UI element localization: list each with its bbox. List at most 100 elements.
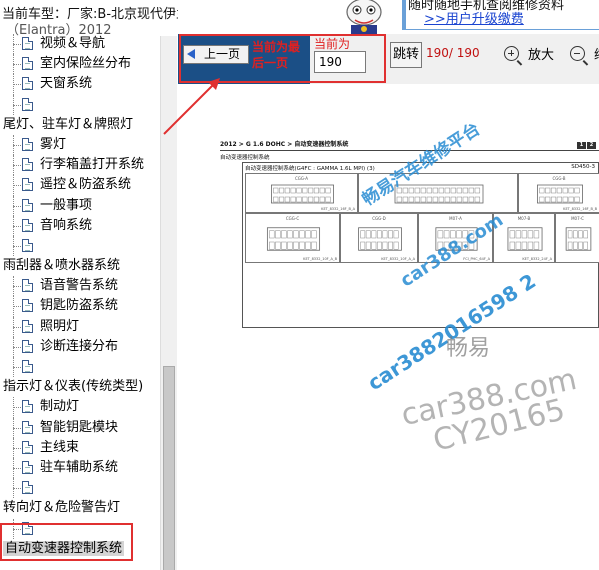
tree-item[interactable]: 遥控＆防盗系统 [0, 175, 160, 196]
tree-scrollbar[interactable] [160, 36, 177, 570]
document-icon [22, 460, 33, 474]
tree-branch [13, 326, 21, 328]
document-breadcrumb: 2012 > G 1.6 DOHC > 自动变速器控制系统 [220, 141, 349, 148]
scrollbar-thumb[interactable] [163, 366, 175, 570]
tree-item[interactable]: 天窗系统 [0, 74, 160, 95]
document-icon [22, 97, 33, 111]
connector-part-code: KET_8332_10F_A_B [303, 257, 337, 261]
tree-branch [13, 205, 21, 207]
tree-item[interactable]: 音响系统 [0, 215, 160, 236]
connector-part-code: KET_8332_16F_B_A [321, 207, 355, 211]
vehicle-label: 当前车型： [2, 7, 68, 22]
connector-cell: CGG-B KET_8332_16F_B_B [518, 173, 599, 213]
tree-item[interactable]: 视频＆导航 [0, 34, 160, 55]
mascot-icon [346, 0, 382, 34]
tree-branch [13, 225, 21, 227]
tree-item[interactable]: 行李箱盖打开系统 [0, 155, 160, 176]
document-icon [22, 198, 33, 212]
connector-tag: CGG-B [552, 176, 566, 181]
tree-item-label: 照明灯 [40, 318, 80, 334]
tree-branch [13, 104, 21, 106]
connector-cell: CGG-D KET_8332_10F_A_A [340, 213, 418, 263]
tree-item[interactable] [0, 518, 160, 539]
jump-button[interactable]: 跳转 [390, 42, 422, 68]
document-page: 2012 > G 1.6 DOHC > 自动变速器控制系统 12 自动变速器控制… [212, 140, 599, 370]
document-icon [22, 339, 33, 353]
tree-item[interactable]: 语音警告系统 [0, 276, 160, 297]
tree-item[interactable]: 驻车辅助系统 [0, 457, 160, 479]
tree-panel: 当前车型：厂家:B-北京现代伊兰特悦动 （Elantra）2012 视频＆导航室… [0, 0, 178, 570]
tree-item[interactable]: 制动灯 [0, 397, 160, 418]
connector-tag: CGG-D [372, 216, 386, 221]
page-tag: 1 [577, 142, 586, 149]
vehicle-value: 厂家:B-北京现代伊兰特悦动 [67, 7, 178, 22]
tree-branch [13, 346, 21, 348]
tree-branch [13, 367, 21, 368]
connector-drawing-icon [394, 184, 484, 204]
tree-item[interactable]: 照明灯 [0, 316, 160, 337]
connector-cell [358, 173, 518, 213]
connector-drawing-icon [565, 227, 592, 251]
document-icon [22, 440, 33, 454]
document-viewer[interactable]: 2012 > G 1.6 DOHC > 自动变速器控制系统 12 自动变速器控制… [163, 78, 599, 570]
connector-cell: M07-C [555, 213, 599, 263]
prev-page-button[interactable]: 上一页 [183, 45, 249, 64]
tree-branch [13, 144, 21, 146]
connector-part-code: KET_8332_10F_A_A [381, 257, 415, 261]
tree-item[interactable]: 自动变速器控制系统 [0, 539, 160, 559]
tree-item[interactable] [0, 94, 160, 115]
zoom-out-label: 缩 [594, 48, 599, 63]
vehicle-header: 当前车型：厂家:B-北京现代伊兰特悦动 （Elantra）2012 [0, 0, 178, 38]
page-number-input[interactable] [314, 51, 366, 73]
tree-item-label: 转向灯＆危险警告灯 [3, 500, 121, 516]
tree-item-label: 雨刮器＆喷水器系统 [3, 258, 121, 274]
tree-item[interactable]: 指示灯＆仪表(传统类型) [0, 377, 160, 397]
tree-item-label: 指示灯＆仪表(传统类型) [3, 379, 144, 395]
document-icon [22, 238, 33, 252]
tree-item[interactable]: 一般事项 [0, 195, 160, 216]
document-page-tags: 12 [576, 140, 596, 150]
connector-tag: M07-C [571, 216, 584, 221]
tree-item-label: 自动变速器控制系统 [3, 540, 125, 556]
tree-branch [13, 528, 21, 530]
tree-item-label: 诊断连接分布 [40, 338, 119, 354]
diagram-title: 自动变速器控制系统(G4FC : GAMMA 1.6L MPI) (3) [245, 166, 375, 172]
tree-item[interactable] [0, 235, 160, 257]
tree-item-label: 一般事项 [40, 197, 93, 213]
tree-branch [13, 84, 21, 86]
connector-part-code: KET_8332_16F_B_B [563, 207, 597, 211]
tree-item[interactable]: 诊断连接分布 [0, 336, 160, 357]
tree-item-label: 雾灯 [40, 136, 67, 152]
prev-page-label: 上一页 [204, 47, 241, 61]
document-icon [22, 299, 33, 313]
page-tag: 2 [587, 142, 596, 149]
tree-item[interactable]: 智能钥匙模块 [0, 417, 160, 438]
document-icon [22, 57, 33, 71]
tree-item-label: 制动灯 [40, 399, 80, 415]
tree-item-label: 主线束 [40, 439, 80, 455]
connector-diagram: 自动变速器控制系统(G4FC : GAMMA 1.6L MPI) (3) SD4… [242, 162, 599, 328]
zoom-out-button[interactable]: 缩 [570, 44, 599, 68]
tree-item[interactable]: 钥匙防盗系统 [0, 296, 160, 317]
tree-item-label: 室内保险丝分布 [40, 56, 132, 72]
document-icon [22, 319, 33, 333]
diagram-code: SD450-3 [571, 164, 595, 170]
tree-branch [13, 447, 21, 449]
tree-branch [13, 306, 21, 308]
tree-branch [13, 407, 21, 409]
zoom-out-icon [570, 46, 585, 61]
tree-item[interactable] [0, 357, 160, 378]
tree-item[interactable] [0, 478, 160, 499]
tree-item[interactable]: 雨刮器＆喷水器系统 [0, 256, 160, 276]
tree-item[interactable]: 室内保险丝分布 [0, 54, 160, 75]
tree-item[interactable]: 转向灯＆危险警告灯 [0, 498, 160, 518]
upgrade-link[interactable]: >>用户升级缴费 [424, 8, 524, 27]
arrow-left-icon [187, 49, 195, 59]
tree-item[interactable]: 尾灯、驻车灯＆牌照灯 [0, 115, 160, 135]
tree-branch [13, 488, 21, 490]
tree-item[interactable]: 雾灯 [0, 134, 160, 156]
tree-item[interactable]: 主线束 [0, 437, 160, 458]
tree-branch [13, 185, 21, 187]
zoom-in-button[interactable]: 放大 [504, 44, 554, 68]
connector-part-code: KET_8332_24F_A [522, 257, 552, 261]
